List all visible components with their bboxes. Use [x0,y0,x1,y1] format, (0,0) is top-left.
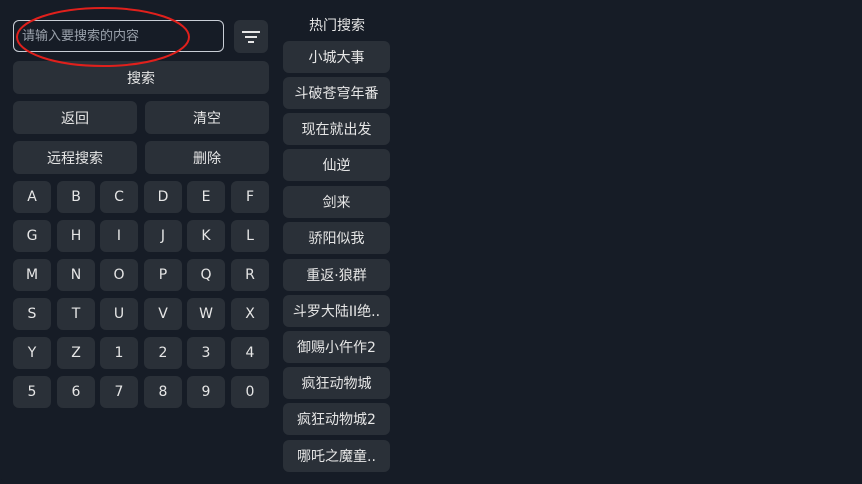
search-button[interactable]: 搜索 [13,61,269,94]
key-g[interactable]: G [13,220,51,252]
key-f[interactable]: F [231,181,269,213]
hot-search-item[interactable]: 疯狂动物城2 [283,403,390,435]
key-e[interactable]: E [187,181,225,213]
key-i[interactable]: I [100,220,138,252]
key-k[interactable]: K [187,220,225,252]
key-n[interactable]: N [57,259,95,291]
key-p[interactable]: P [144,259,182,291]
key-b[interactable]: B [57,181,95,213]
key-a[interactable]: A [13,181,51,213]
filter-button[interactable] [234,20,268,53]
hot-search-title: 热门搜索 [309,18,365,34]
delete-button[interactable]: 删除 [145,141,269,174]
key-m[interactable]: M [13,259,51,291]
key-q[interactable]: Q [187,259,225,291]
key-l[interactable]: L [231,220,269,252]
key-j[interactable]: J [144,220,182,252]
hot-search-item[interactable]: 骄阳似我 [283,222,390,254]
key-5[interactable]: 5 [13,376,51,408]
key-v[interactable]: V [144,298,182,330]
key-r[interactable]: R [231,259,269,291]
hot-search-item[interactable]: 疯狂动物城 [283,367,390,399]
remote-search-button[interactable]: 远程搜索 [13,141,137,174]
key-2[interactable]: 2 [144,337,182,369]
hot-search-item[interactable]: 现在就出发 [283,113,390,145]
hot-search-item[interactable]: 小城大事 [283,41,390,73]
key-6[interactable]: 6 [57,376,95,408]
key-u[interactable]: U [100,298,138,330]
key-o[interactable]: O [100,259,138,291]
key-d[interactable]: D [144,181,182,213]
key-1[interactable]: 1 [100,337,138,369]
search-field[interactable] [13,20,224,52]
filter-icon [242,30,260,43]
key-x[interactable]: X [231,298,269,330]
key-0[interactable]: 0 [231,376,269,408]
key-s[interactable]: S [13,298,51,330]
clear-button[interactable]: 清空 [145,101,269,134]
key-z[interactable]: Z [57,337,95,369]
key-t[interactable]: T [57,298,95,330]
hot-search-item[interactable]: 斗破苍穹年番 [283,77,390,109]
key-4[interactable]: 4 [231,337,269,369]
hot-search-item[interactable]: 斗罗大陆II绝.. [283,295,390,327]
key-w[interactable]: W [187,298,225,330]
key-7[interactable]: 7 [100,376,138,408]
search-input[interactable] [14,21,223,51]
hot-search-item[interactable]: 剑来 [283,186,390,218]
hot-search-item[interactable]: 重返·狼群 [283,259,390,291]
key-c[interactable]: C [100,181,138,213]
back-button[interactable]: 返回 [13,101,137,134]
key-8[interactable]: 8 [144,376,182,408]
hot-search-item[interactable]: 仙逆 [283,149,390,181]
hot-search-item[interactable]: 哪吒之魔童.. [283,440,390,472]
app-window: 搜索 返回 清空 远程搜索 删除 ABCDEF GHIJKL MNOPQR STUVW… [0,0,862,484]
key-9[interactable]: 9 [187,376,225,408]
hot-search-item[interactable]: 御赐小仵作2 [283,331,390,363]
key-3[interactable]: 3 [187,337,225,369]
key-y[interactable]: Y [13,337,51,369]
key-h[interactable]: H [57,220,95,252]
